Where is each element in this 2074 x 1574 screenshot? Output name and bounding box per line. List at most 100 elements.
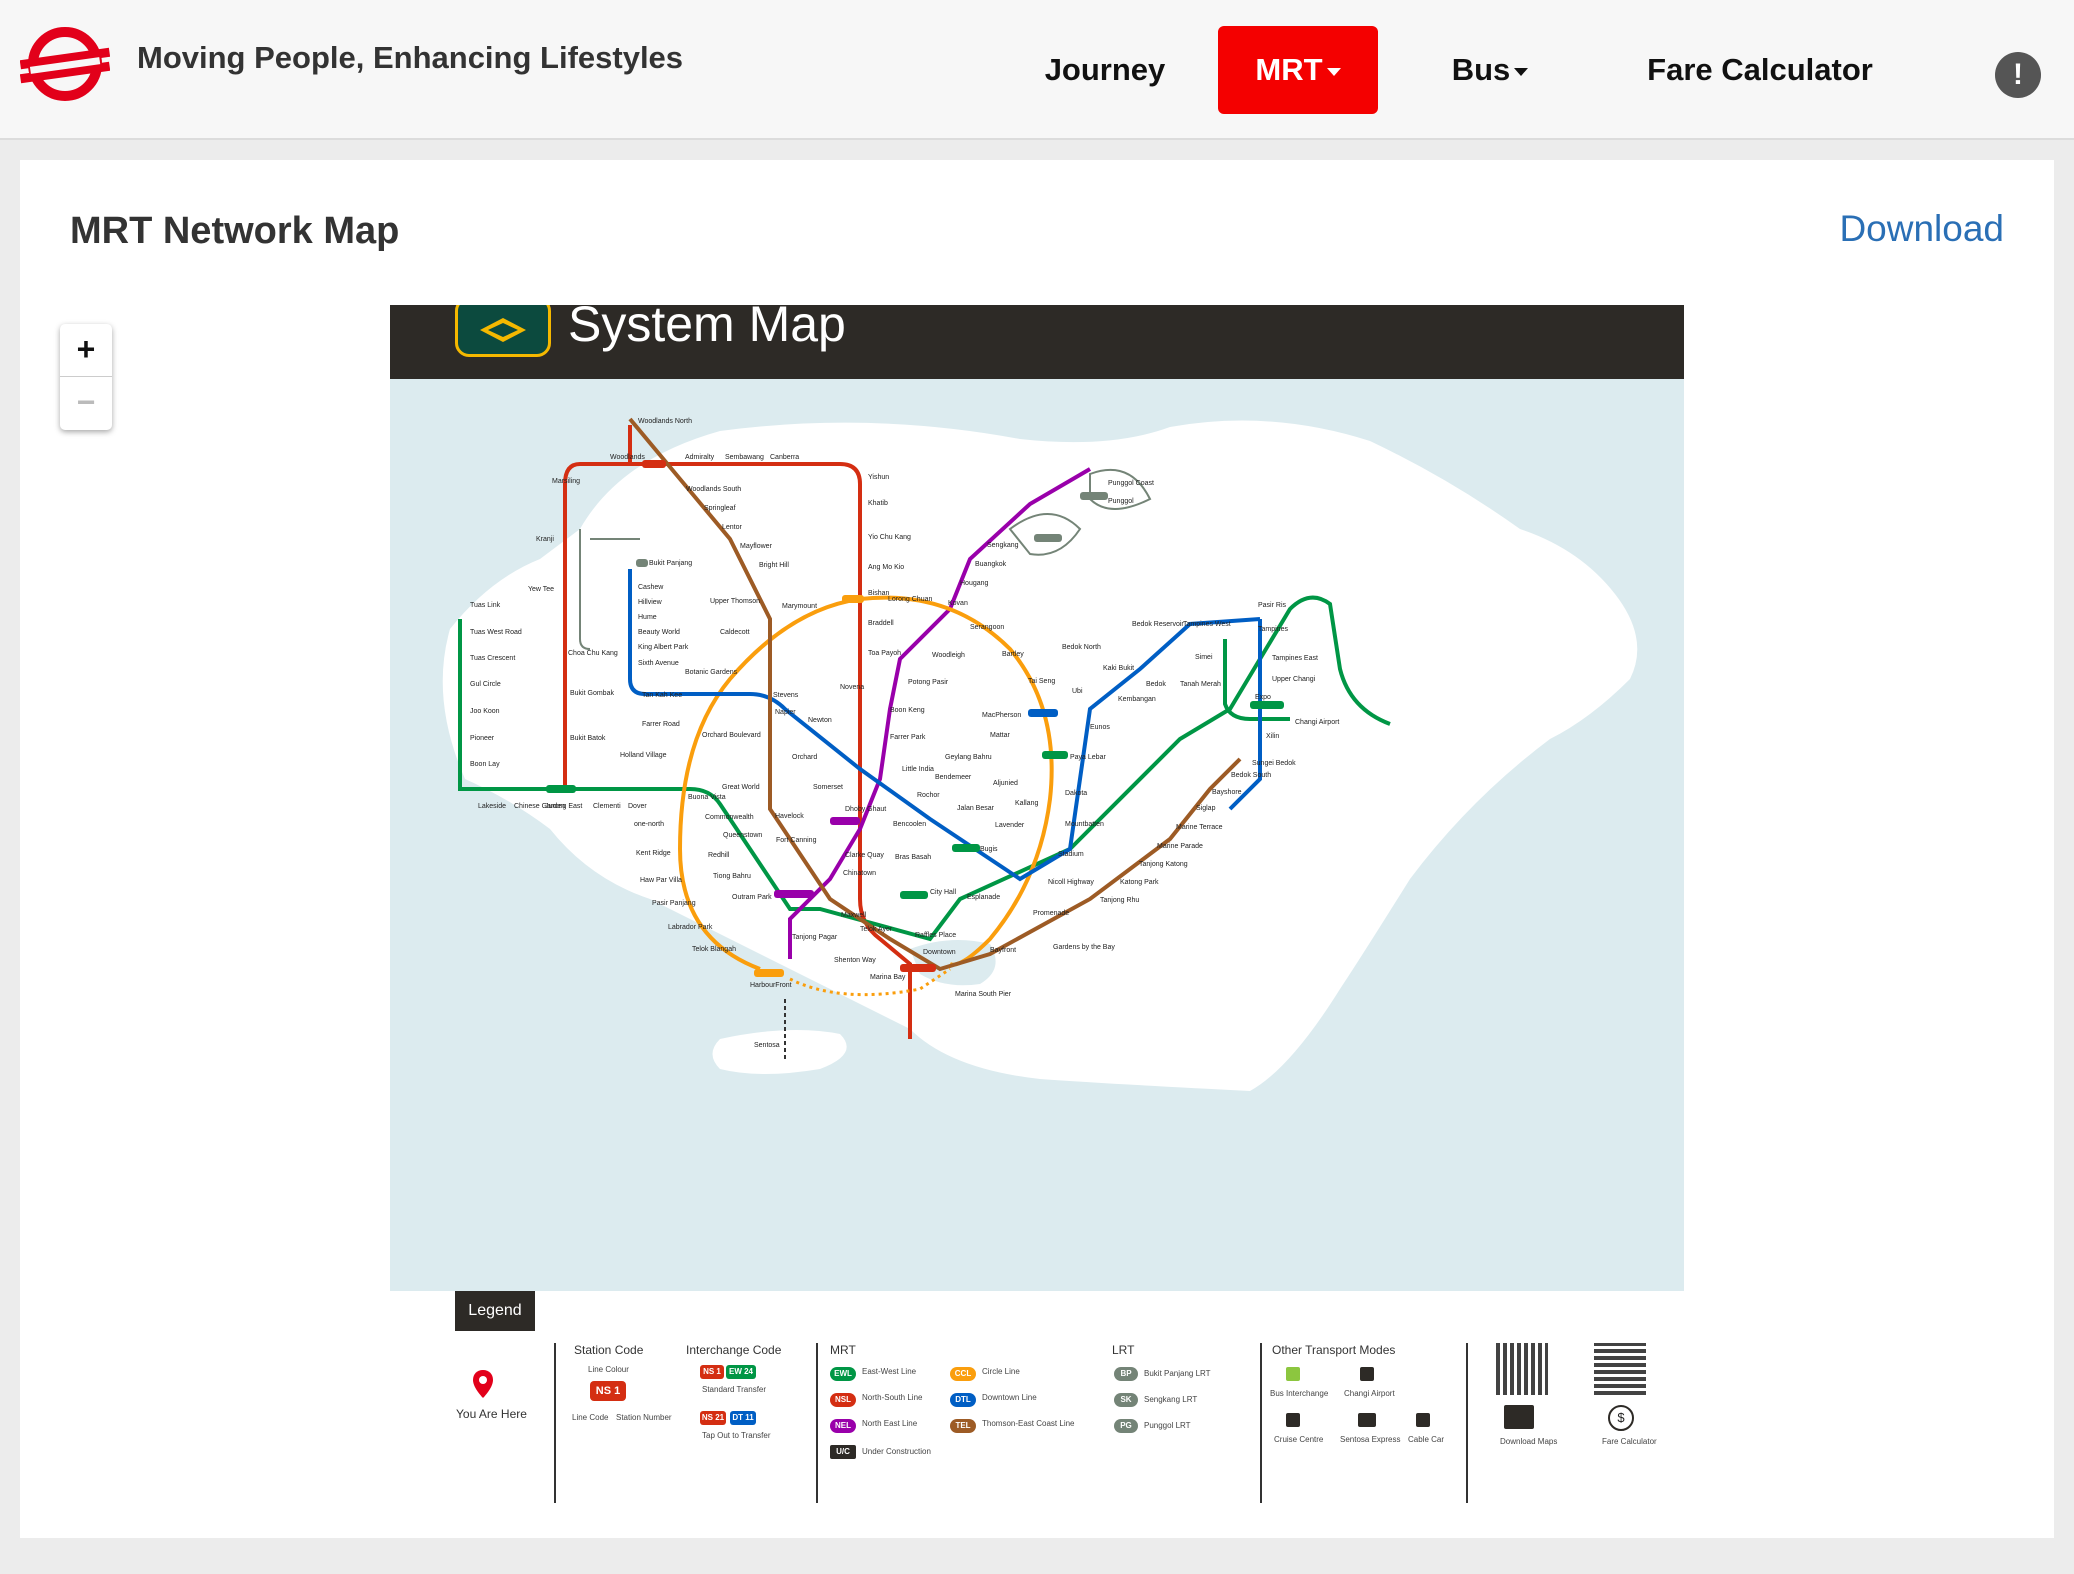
location-pin-icon — [473, 1370, 493, 1398]
interchange-marker — [754, 969, 784, 977]
station-yishun: Yishun — [868, 474, 889, 481]
legend-divider — [1260, 1343, 1262, 1503]
station-lavender: Lavender — [995, 822, 1025, 829]
station-kent-ridge: Kent Ridge — [636, 850, 671, 857]
station-bendemeer: Bendemeer — [935, 774, 972, 781]
interchange-marker — [774, 890, 814, 898]
station-somerset: Somerset — [813, 784, 843, 791]
station-king-albert-park: King Albert Park — [638, 644, 689, 651]
map-title: System Map — [568, 305, 846, 352]
station-admiralty: Admiralty — [685, 454, 715, 461]
cruise-ship-icon — [1286, 1413, 1300, 1427]
station-bukit-gombak: Bukit Gombak — [570, 690, 614, 697]
station-novena: Novena — [840, 684, 864, 691]
legend-fare-calculator: Fare Calculator — [1602, 1437, 1657, 1446]
station-chinese-garden: Chinese Garden — [514, 803, 565, 810]
station-ubi: Ubi — [1072, 688, 1083, 695]
station-potong-pasir: Potong Pasir — [908, 679, 949, 686]
station-ang-mo-kio: Ang Mo Kio — [868, 564, 904, 571]
station-chinatown: Chinatown — [843, 870, 876, 877]
qr-code-icon[interactable] — [1496, 1343, 1548, 1395]
zoom-out-button[interactable]: − — [60, 377, 112, 429]
download-link[interactable]: Download — [1839, 208, 2004, 250]
station-simei: Simei — [1195, 654, 1213, 661]
nav-bus[interactable]: Bus — [1430, 26, 1550, 114]
interchange-marker — [842, 595, 864, 603]
site-tagline: Moving People, Enhancing Lifestyles — [137, 40, 684, 75]
station-outram-park: Outram Park — [732, 894, 772, 901]
station-springleaf: Springleaf — [704, 505, 736, 512]
legend-ccl-name: Circle Line — [982, 1367, 1020, 1376]
station-woodlands: Woodlands — [610, 454, 645, 461]
legend-dt11-interchange: DT 11 — [730, 1411, 756, 1425]
legend-ns1-interchange: NS 1 — [700, 1365, 724, 1379]
station-gardens-by-the-bay: Gardens by the Bay — [1053, 944, 1115, 951]
station-tanjong-katong: Tanjong Katong — [1139, 861, 1188, 868]
alert-icon[interactable]: ! — [1995, 52, 2041, 98]
station-marsiling: Marsiling — [552, 478, 580, 485]
nav-mrt[interactable]: MRT — [1218, 26, 1378, 114]
station-havelock: Havelock — [775, 813, 804, 820]
station-marymount: Marymount — [782, 603, 817, 610]
station-farrer-road: Farrer Road — [642, 721, 680, 728]
nav-fare-calculator-label: Fare Calculator — [1647, 52, 1873, 87]
cable-car-icon — [1416, 1413, 1430, 1427]
mrt-map-image[interactable]: System Map Woodlands North Woodlands Adm… — [390, 305, 1684, 1538]
station-sungei-bedok: Sungei Bedok — [1252, 760, 1296, 767]
smrt-logo-icon[interactable] — [20, 24, 110, 104]
station-siglap: Siglap — [1196, 805, 1216, 812]
zoom-in-button[interactable]: + — [60, 324, 112, 377]
legend-bp-name: Bukit Panjang LRT — [1144, 1369, 1211, 1378]
legend-ewl-pill: EWL — [830, 1367, 856, 1381]
legend-uc-pill: U/C — [830, 1445, 856, 1459]
station-dhoby-ghaut: Dhoby Ghaut — [845, 806, 886, 813]
station-maxwell: Maxwell — [841, 912, 867, 919]
station-botanic-gardens: Botanic Gardens — [685, 669, 738, 676]
nav-journey[interactable]: Journey — [1030, 26, 1180, 114]
station-labrador-park: Labrador Park — [668, 924, 713, 931]
legend-tel-pill: TEL — [950, 1419, 976, 1433]
legend-lrt: LRT — [1112, 1343, 1135, 1357]
map-body: Woodlands North Woodlands Admiralty Semb… — [390, 379, 1684, 1291]
station-nicoll-highway: Nicoll Highway — [1048, 879, 1094, 886]
map-panel: MRT Network Map Download + − System Map — [20, 160, 2054, 1538]
station-yio-chu-kang: Yio Chu Kang — [868, 534, 911, 541]
legend-cruise-centre: Cruise Centre — [1274, 1435, 1324, 1444]
legend-ns21-interchange: NS 21 — [700, 1411, 726, 1425]
legend-interchange-code: Interchange Code — [686, 1343, 782, 1357]
station-dover: Dover — [628, 803, 647, 810]
station-orchard-boulevard: Orchard Boulevard — [702, 732, 761, 739]
station-tai-seng: Tai Seng — [1028, 678, 1055, 685]
station-pasir-panjang: Pasir Panjang — [652, 900, 696, 907]
station-kaki-bukit: Kaki Bukit — [1103, 665, 1134, 672]
station-dakota: Dakota — [1065, 790, 1087, 797]
station-marina-south-pier: Marina South Pier — [955, 991, 1012, 998]
legend-nsl-name: North-South Line — [862, 1393, 923, 1402]
station-boon-keng: Boon Keng — [890, 707, 925, 714]
station-hougang: Hougang — [960, 580, 989, 587]
station-downtown: Downtown — [923, 949, 956, 956]
legend-dtl-pill: DTL — [950, 1393, 976, 1407]
interchange-marker — [636, 559, 648, 567]
station-stevens: Stevens — [773, 692, 799, 699]
station-mattar: Mattar — [990, 732, 1011, 739]
station-cashew: Cashew — [638, 584, 664, 591]
station-shenton-way: Shenton Way — [834, 957, 876, 964]
nav-fare-calculator[interactable]: Fare Calculator — [1630, 26, 1890, 114]
station-tampines: Tampines — [1258, 626, 1288, 633]
station-sixth-avenue: Sixth Avenue — [638, 660, 679, 667]
station-tan-kah-kee: Tan Kah Kee — [642, 692, 682, 699]
map-header: System Map — [390, 305, 1684, 379]
station-marina-bay: Marina Bay — [870, 974, 906, 981]
legend-changi-airport: Changi Airport — [1344, 1389, 1395, 1398]
station-orchard: Orchard — [792, 754, 817, 761]
station-bedok: Bedok — [1146, 681, 1166, 688]
legend-station-number: Station Number — [616, 1413, 672, 1422]
station-sentosa: Sentosa — [754, 1042, 780, 1049]
qr-code-icon[interactable] — [1594, 1343, 1646, 1395]
station-aljunied: Aljunied — [993, 780, 1018, 787]
legend-line-colour: Line Colour — [588, 1365, 629, 1374]
site-header: Moving People, Enhancing Lifestyles Jour… — [0, 0, 2074, 140]
station-tampines-east: Tampines East — [1272, 655, 1318, 662]
legend-ewl-name: East-West Line — [862, 1367, 917, 1376]
